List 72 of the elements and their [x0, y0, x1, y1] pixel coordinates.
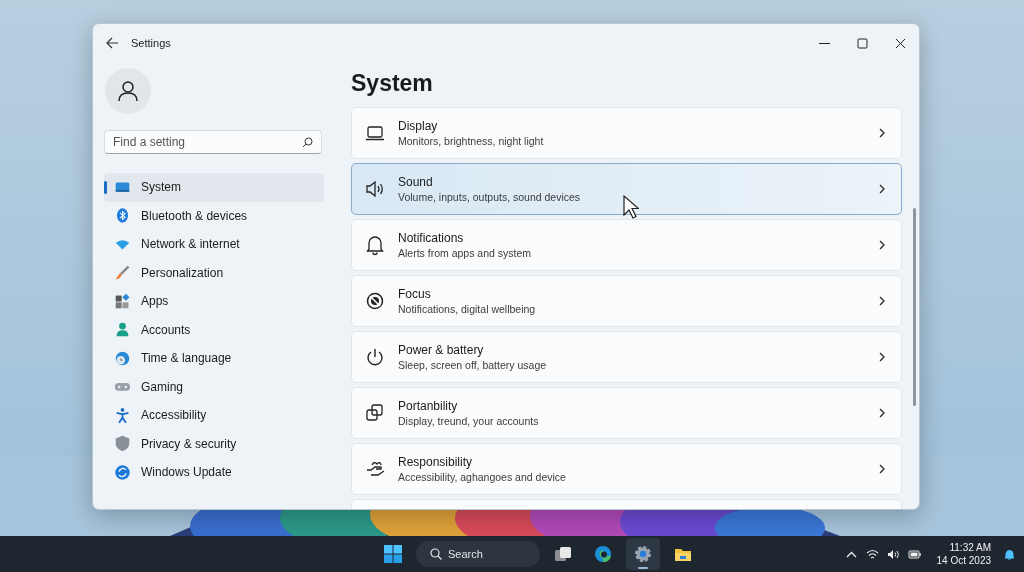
settings-card[interactable]: Sound Volume, inputs, outputs, sound devices: [351, 163, 902, 215]
window-title: Settings: [131, 37, 171, 49]
card-description: Notifications, digital wellbeing: [398, 303, 537, 315]
sidebar-item[interactable]: Gaming: [104, 372, 324, 401]
chevron-right-icon: [877, 296, 887, 306]
card-title: Power & battery: [398, 343, 485, 357]
settings-card[interactable]: Responsibility Accessibility, aghangoes and device: [351, 443, 902, 495]
card-title: Portanbility: [398, 399, 459, 413]
sidebar-item[interactable]: Accessibility: [104, 401, 324, 430]
chevron-right-icon: [877, 128, 887, 138]
sidebar-item[interactable]: Privacy & security: [104, 429, 324, 458]
card-title: Responsibility: [398, 455, 474, 469]
card-title: Display: [398, 119, 439, 133]
overlapping-squares-icon: [364, 402, 386, 424]
power-icon: [364, 346, 386, 368]
sidebar-item[interactable]: Accounts: [104, 315, 324, 344]
search-field[interactable]: Find a setting: [104, 130, 322, 154]
person-icon: [114, 321, 131, 339]
card-description: Volume, inputs, outputs, sound devices: [398, 191, 582, 203]
user-avatar[interactable]: [105, 68, 151, 114]
settings-card[interactable]: Portanbility Display, treund, your accounts: [351, 387, 902, 439]
settings-card[interactable]: Display Monitors, brightness, night light: [351, 107, 902, 159]
focus-icon: [364, 290, 386, 312]
clock[interactable]: 11:32 AM 14 Oct 2023: [936, 541, 991, 567]
sidebar-item[interactable]: Personalization: [104, 258, 324, 287]
card-description: Alerts from apps and system: [398, 247, 533, 259]
task-view-icon: [553, 544, 573, 564]
sidebar-item[interactable]: Network & internet: [104, 230, 324, 259]
speaker-icon: [364, 178, 386, 200]
card-description: Monitors, brightness, night light: [398, 135, 545, 147]
browser-icon: [593, 544, 613, 564]
paintbrush-icon: [114, 264, 131, 282]
card-title: Notifications: [398, 231, 465, 245]
card-description: Sleep, screen off, battery usage: [398, 359, 548, 371]
update-icon: [114, 463, 131, 481]
card-title: Sound: [398, 175, 434, 189]
sidebar-item[interactable]: Apps: [104, 287, 324, 316]
clock-globe-icon: [114, 349, 131, 367]
scrollbar[interactable]: [913, 208, 916, 406]
taskbar-search[interactable]: Search: [416, 541, 540, 567]
maximize-icon[interactable]: [856, 37, 868, 49]
card-description: Accessibility, aghangoes and device: [398, 471, 567, 483]
battery-icon[interactable]: [907, 547, 921, 561]
sidebar-item[interactable]: Time & language: [104, 344, 324, 373]
bell-icon: [364, 234, 386, 256]
chevron-right-icon: [877, 240, 887, 250]
chevron-right-icon: [877, 184, 887, 194]
settings-card[interactable]: Power & battery Sleep, screen off, battery usage: [351, 331, 902, 383]
search-icon: [302, 136, 313, 148]
sidebar-item[interactable]: Windows Update: [104, 458, 324, 487]
sidebar-item[interactable]: Bluetooth & devices: [104, 201, 324, 230]
chevron-right-icon: [877, 408, 887, 418]
chevron-right-icon: [877, 464, 887, 474]
mouse-cursor-icon: [623, 195, 639, 219]
bluetooth-icon: [114, 207, 131, 225]
card-title: Focus: [398, 287, 432, 301]
search-icon: [430, 548, 442, 560]
windows-logo-icon[interactable]: [383, 544, 403, 564]
shield-icon: [114, 435, 131, 453]
sidebar-item[interactable]: System: [104, 173, 324, 202]
back-arrow-icon[interactable]: [105, 36, 119, 50]
settings-card[interactable]: Notifications Alerts from apps and system: [351, 219, 902, 271]
wifi-icon[interactable]: [865, 547, 879, 561]
apps-icon: [114, 292, 131, 310]
bell-icon[interactable]: [1003, 547, 1016, 561]
card-description: Display, treund, your accounts: [398, 415, 540, 427]
settings-card[interactable]: Focus Notifications, digital wellbeing: [351, 275, 902, 327]
chevron-right-icon: [877, 352, 887, 362]
gear-icon: [633, 544, 653, 564]
page-heading: System: [351, 70, 434, 97]
accessibility-icon: [114, 406, 131, 424]
close-icon[interactable]: [894, 37, 906, 49]
